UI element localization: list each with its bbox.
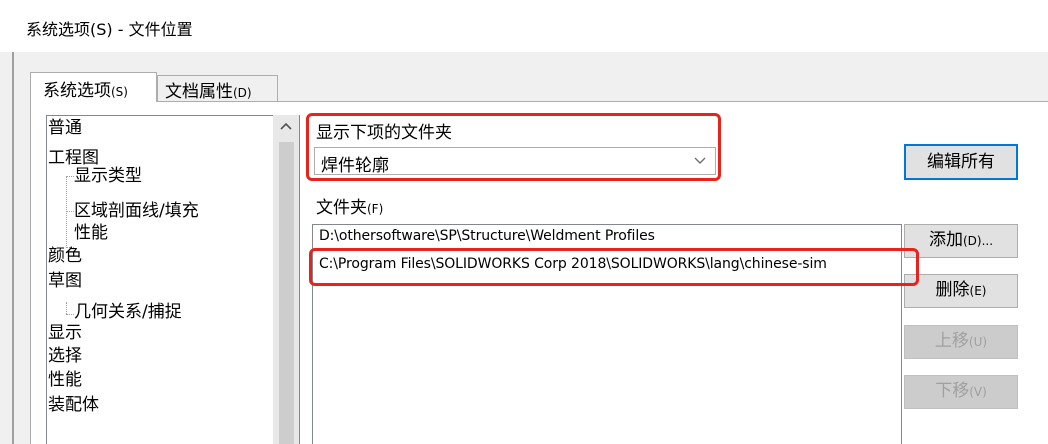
window-title: 系统选项(S) - 文件位置 [26,20,193,39]
tab-document-properties-hotkey: (D) [233,86,252,100]
tree-item-display[interactable]: 显示 [48,323,82,343]
tree-item-colors[interactable]: 颜色 [48,246,82,266]
move-up-button-hotkey: (U) [968,335,988,349]
move-down-button[interactable]: 下移(V) [904,375,1018,409]
tree-item-assemblies[interactable]: 装配体 [48,395,99,415]
tab-document-properties-label: 文档属性 [165,82,233,102]
tab-system-options-hotkey: (S) [111,85,128,99]
tree-connector-line [66,314,74,315]
tree-item-sketch[interactable]: 草图 [48,271,82,291]
folders-label-text: 文件夹 [316,198,367,218]
highlight-box-folder-type [306,113,721,181]
tree-item-performance[interactable]: 性能 [48,370,82,390]
tree-connector-line [66,211,74,212]
delete-button-hotkey: (E) [969,284,987,298]
folders-label: 文件夹(F) [316,193,383,218]
delete-button-label: 删除 [935,280,970,300]
tree-item-drawings[interactable]: 工程图 [48,148,99,168]
tree-connector-line [66,176,67,248]
add-button-hotkey: (D)... [962,234,994,248]
tree-scrollbar-thumb[interactable] [279,142,294,444]
tree-item-general[interactable]: 普通 [48,118,82,138]
move-down-button-label: 下移 [935,381,970,401]
tree-connector-line [66,176,74,177]
tree-item-selection[interactable]: 选择 [48,346,82,366]
add-button-label: 添加 [928,230,963,250]
folder-path-item[interactable]: D:\othersoftware\SP\Structure\Weldment P… [319,228,655,244]
move-up-button-label: 上移 [934,331,969,351]
edit-all-button[interactable]: 编辑所有 [904,144,1018,180]
move-up-button[interactable]: 上移(U) [904,325,1018,359]
chevron-up-icon[interactable] [278,119,294,135]
tree-connector-line [66,302,67,314]
tree-item-area-hatch[interactable]: 区域剖面线/填充 [74,201,199,221]
tab-system-options[interactable]: 系统选项(S) [30,72,157,102]
delete-folder-button[interactable]: 删除(E) [904,274,1018,308]
move-down-button-hotkey: (V) [969,385,987,399]
tab-document-properties[interactable]: 文档属性(D) [157,75,278,102]
options-tree[interactable]: 普通 工程图 显示类型 区域剖面线/填充 性能 颜色 草图 几何关系/捕捉 显示… [46,115,300,444]
tree-item-drawing-performance[interactable]: 性能 [74,223,108,243]
add-folder-button[interactable]: 添加(D)... [904,224,1018,258]
highlight-box-folder-path [309,248,919,286]
title-bar: 系统选项(S) - 文件位置 [0,0,1048,52]
folders-label-hotkey: (F) [367,202,384,216]
tree-item-display-style[interactable]: 显示类型 [74,166,142,186]
tree-item-relations-snaps[interactable]: 几何关系/捕捉 [74,302,182,322]
tab-system-options-label: 系统选项 [43,81,111,101]
